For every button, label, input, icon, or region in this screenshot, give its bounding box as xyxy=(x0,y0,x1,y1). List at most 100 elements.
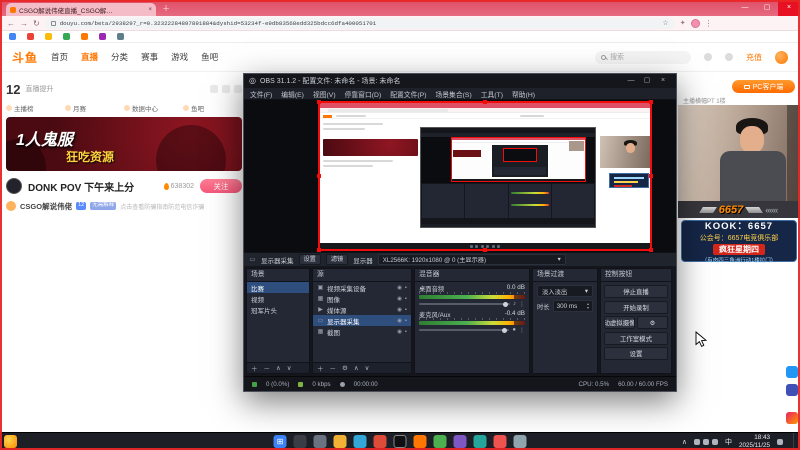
browser-profile-avatar[interactable] xyxy=(690,18,700,28)
channel-avatar[interactable] xyxy=(6,201,16,211)
source-properties-gear[interactable]: ⚙ xyxy=(342,364,348,372)
site-info-icon[interactable] xyxy=(50,20,56,26)
resize-handle[interactable] xyxy=(317,100,321,104)
side-widget-gift[interactable] xyxy=(786,412,798,424)
bookmark-item[interactable] xyxy=(81,33,88,40)
menu-file[interactable]: 文件(F) xyxy=(250,89,272,99)
menu-view[interactable]: 视图(V) xyxy=(313,89,336,99)
taskbar-icon-search[interactable] xyxy=(293,435,307,448)
nav-categories[interactable]: 分类 xyxy=(111,51,128,63)
tab-yuba[interactable]: 鱼吧 xyxy=(183,103,242,113)
visibility-eye-icon[interactable]: ◉ xyxy=(397,318,402,324)
duration-stepper[interactable]: 300 ms ▴ ▾ xyxy=(552,300,593,312)
lock-icon[interactable]: ▪ xyxy=(405,329,407,335)
notification-center-icon[interactable] xyxy=(777,438,783,445)
scene-item[interactable]: 视频 xyxy=(247,293,309,304)
mic-icon[interactable]: ● xyxy=(512,327,516,334)
studio-mode-button[interactable]: 工作室模式 xyxy=(604,331,668,345)
resize-handle[interactable] xyxy=(317,248,321,252)
lock-icon[interactable]: ▪ xyxy=(405,296,407,302)
source-item-selected[interactable]: ▭ 显示器采集 ◉ ▪ xyxy=(313,315,411,326)
lock-icon[interactable]: ▪ xyxy=(405,307,407,313)
resize-handle[interactable] xyxy=(483,248,487,252)
bookmark-item[interactable] xyxy=(27,33,34,40)
tab-monthly[interactable]: 月赛 xyxy=(65,103,124,113)
streamer-avatar[interactable] xyxy=(6,178,22,194)
browser-tab[interactable]: CSGO解说伟佬直播_CSGO解… × xyxy=(6,3,156,16)
anti-scam-notice[interactable]: 点击查看防骗指南防范电信诈骗 xyxy=(120,202,204,211)
speaker-icon[interactable]: ♪ xyxy=(513,301,516,308)
nav-live[interactable]: 直播 xyxy=(81,51,98,63)
obs-close-button[interactable]: × xyxy=(655,74,671,88)
douyu-logo[interactable]: 斗鱼 xyxy=(12,49,38,66)
track-options-icon[interactable]: ⋮ xyxy=(519,327,525,334)
search-input[interactable]: 搜索 xyxy=(595,50,691,64)
recharge-button[interactable]: 充值 xyxy=(746,52,762,63)
volume-slider[interactable] xyxy=(419,301,510,307)
browser-minimize-button[interactable]: — xyxy=(734,0,756,16)
taskbar-icon-explorer[interactable] xyxy=(333,435,347,448)
mixer-dock-title[interactable]: 混音器 xyxy=(415,269,529,282)
settings-button[interactable]: 设置 xyxy=(604,347,668,360)
obs-minimize-button[interactable]: — xyxy=(623,74,639,88)
visibility-eye-icon[interactable]: ◉ xyxy=(397,329,402,335)
tab-data-center[interactable]: 数据中心 xyxy=(124,103,183,113)
task-icon[interactable] xyxy=(234,85,242,93)
promo-banner[interactable]: 1人鬼服 狂吃资源 xyxy=(6,117,242,171)
slider-knob[interactable] xyxy=(503,301,508,307)
source-properties-button[interactable]: 设置 xyxy=(298,254,321,265)
taskbar-icon-taskview[interactable] xyxy=(313,435,327,448)
sources-dock-title[interactable]: 源 xyxy=(313,269,411,282)
taskbar-icon-app[interactable] xyxy=(433,435,447,448)
back-button[interactable]: ← xyxy=(7,19,15,28)
scene-up-button[interactable]: ∧ xyxy=(276,364,281,372)
scene-item[interactable]: 冠军片头 xyxy=(247,304,309,315)
tray-volume-icon[interactable] xyxy=(702,438,709,445)
obs-preview-canvas[interactable] xyxy=(244,100,676,252)
virtual-camera-settings-icon[interactable]: ⚙ xyxy=(637,316,668,329)
tray-network-icon[interactable] xyxy=(693,438,700,445)
menu-scene-collection[interactable]: 场景集合(S) xyxy=(435,89,471,99)
tray-expand-icon[interactable]: ∧ xyxy=(682,438,687,446)
add-source-button[interactable]: ＋ xyxy=(317,363,324,373)
message-icon[interactable] xyxy=(704,53,712,61)
browser-maximize-button[interactable]: ▢ xyxy=(756,0,778,16)
show-desktop-sliver[interactable] xyxy=(793,432,795,450)
visibility-eye-icon[interactable]: ◉ xyxy=(397,285,402,291)
volume-slider[interactable] xyxy=(419,327,510,333)
input-method-indicator[interactable]: 中 xyxy=(725,437,732,447)
browser-menu-icon[interactable]: ⋮ xyxy=(705,19,713,28)
new-tab-button[interactable]: ＋ xyxy=(162,3,170,14)
captured-desktop[interactable] xyxy=(317,100,653,252)
taskbar-clock[interactable]: 18:43 2025/11/25 xyxy=(739,434,770,449)
source-item[interactable]: ▶ 媒体源 ◉ ▪ xyxy=(313,304,411,315)
nav-home[interactable]: 首页 xyxy=(51,51,68,63)
monitor-select[interactable]: XL2566K: 1920x1080 @ 0 (主显示器) ▾ xyxy=(377,254,566,265)
scenes-dock-title[interactable]: 场景 xyxy=(247,269,309,282)
controls-dock-title[interactable]: 控制按钮 xyxy=(601,269,671,282)
transition-select[interactable]: 淡入淡出 ▾ xyxy=(537,285,593,297)
resize-handle[interactable] xyxy=(649,100,653,104)
side-widget-game[interactable] xyxy=(786,384,798,396)
gift-icon[interactable] xyxy=(210,85,218,93)
menu-edit[interactable]: 编辑(E) xyxy=(281,89,304,99)
url-bar[interactable]: douyu.com/beta/2938297_r=0.3232228489789… xyxy=(44,17,675,29)
source-filters-button[interactable]: 滤镜 xyxy=(325,254,349,265)
menu-tools[interactable]: 工具(T) xyxy=(481,89,503,99)
scene-item[interactable]: 比赛 xyxy=(247,282,309,293)
tray-battery-icon[interactable] xyxy=(711,438,718,445)
weather-widget-icon[interactable] xyxy=(4,435,17,448)
resize-handle[interactable] xyxy=(649,248,653,252)
source-up-button[interactable]: ∧ xyxy=(354,364,359,372)
follow-button[interactable]: 关注 xyxy=(200,179,242,193)
resize-handle[interactable] xyxy=(317,174,321,178)
source-item[interactable]: ▣ 视频采集设备 ◉ ▪ xyxy=(313,282,411,293)
menu-help[interactable]: 帮助(H) xyxy=(512,89,535,99)
extensions-icon[interactable]: ✦ xyxy=(680,19,686,27)
tab-close-icon[interactable]: × xyxy=(148,7,152,13)
transitions-dock-title[interactable]: 场景过渡 xyxy=(533,269,597,282)
user-avatar[interactable] xyxy=(775,50,788,64)
taskbar-icon-chrome[interactable] xyxy=(373,435,387,448)
lock-icon[interactable]: ▪ xyxy=(405,285,407,291)
nav-yuba[interactable]: 鱼吧 xyxy=(201,51,218,63)
